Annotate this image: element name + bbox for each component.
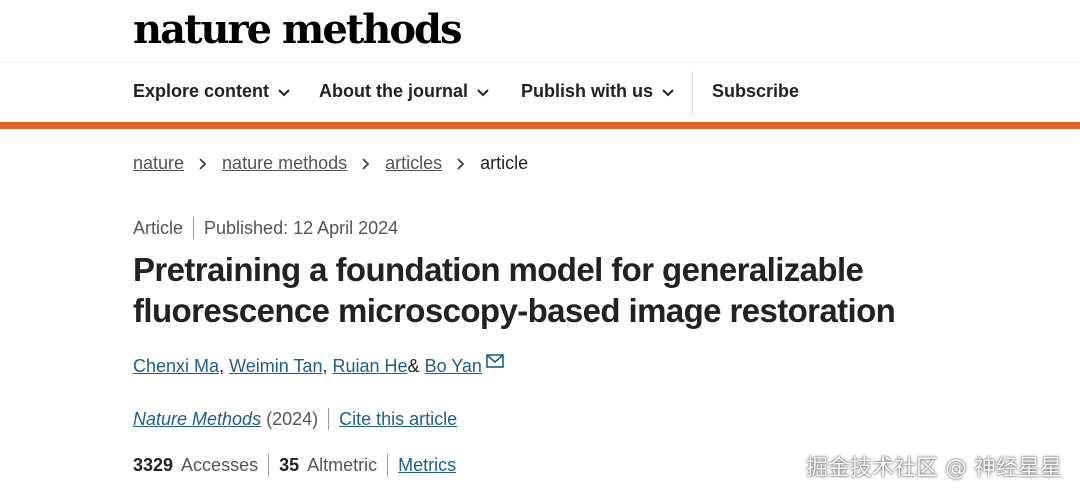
- author-list: Chenxi Ma, Weimin Tan, Ruian He & Bo Yan: [133, 354, 504, 377]
- divider: [193, 217, 195, 239]
- author-separator: ,: [219, 356, 225, 376]
- author-separator: ,: [322, 356, 328, 376]
- author-link[interactable]: Ruian He: [332, 356, 407, 377]
- divider: [387, 454, 389, 476]
- main-nav: Explore content About the journal Publis…: [0, 62, 1080, 123]
- altmetric-label: Altmetric: [307, 454, 378, 475]
- divider: [268, 454, 270, 476]
- altmetric-count: 35: [279, 454, 300, 475]
- chevron-right-icon: [199, 157, 207, 170]
- nav-publish-with-us[interactable]: Publish with us: [521, 81, 675, 102]
- nav-divider: [692, 71, 693, 115]
- author-link[interactable]: Bo Yan: [425, 356, 482, 377]
- citation-line: Nature Methods (2024) Cite this article: [133, 408, 457, 430]
- nav-item-label: About the journal: [319, 81, 468, 101]
- metrics-link[interactable]: Metrics: [398, 455, 456, 476]
- nav-item-label: Explore content: [133, 81, 270, 101]
- journal-link[interactable]: Nature Methods: [133, 409, 261, 430]
- watermark: 掘金技术社区 @ 神经星星: [806, 456, 1062, 481]
- accent-rule: [0, 122, 1080, 129]
- header: nature methods: [0, 0, 1080, 62]
- breadcrumb: nature nature methods articles article: [133, 153, 528, 174]
- nav-item-label: Publish with us: [521, 81, 654, 101]
- breadcrumb-nature[interactable]: nature: [133, 153, 184, 174]
- accesses-label: Accesses: [181, 454, 259, 475]
- divider: [328, 408, 330, 430]
- nav-item-label: Subscribe: [712, 81, 800, 101]
- chevron-down-icon: [662, 88, 674, 96]
- chevron-right-icon: [362, 157, 370, 170]
- metrics-bar: 3329 Accesses 35 Altmetric Metrics: [133, 454, 456, 476]
- journal-logo[interactable]: nature methods: [133, 6, 463, 53]
- breadcrumb-nature-methods[interactable]: nature methods: [222, 153, 347, 174]
- article-meta: Article Published: 12 April 2024: [133, 217, 398, 239]
- breadcrumb-articles[interactable]: articles: [385, 153, 442, 174]
- author-link[interactable]: Weimin Tan: [229, 356, 322, 377]
- accesses-count: 3329: [133, 454, 174, 475]
- nav-about-the-journal[interactable]: About the journal: [319, 81, 490, 102]
- chevron-down-icon: [477, 88, 489, 96]
- author-link[interactable]: Chenxi Ma: [133, 356, 219, 377]
- chevron-right-icon: [457, 157, 465, 170]
- nav-explore-content[interactable]: Explore content: [133, 81, 291, 102]
- cite-this-article-link[interactable]: Cite this article: [339, 409, 457, 430]
- chevron-down-icon: [278, 88, 290, 96]
- published-date: Published: 12 April 2024: [204, 217, 399, 238]
- author-separator: &: [407, 356, 420, 376]
- breadcrumb-current: article: [480, 153, 529, 173]
- article-title: Pretraining a foundation model for gener…: [133, 251, 896, 329]
- article-type: Article: [133, 217, 184, 238]
- nav-subscribe[interactable]: Subscribe: [712, 81, 799, 102]
- mail-icon[interactable]: [486, 354, 504, 368]
- journal-year: (2024): [266, 408, 319, 429]
